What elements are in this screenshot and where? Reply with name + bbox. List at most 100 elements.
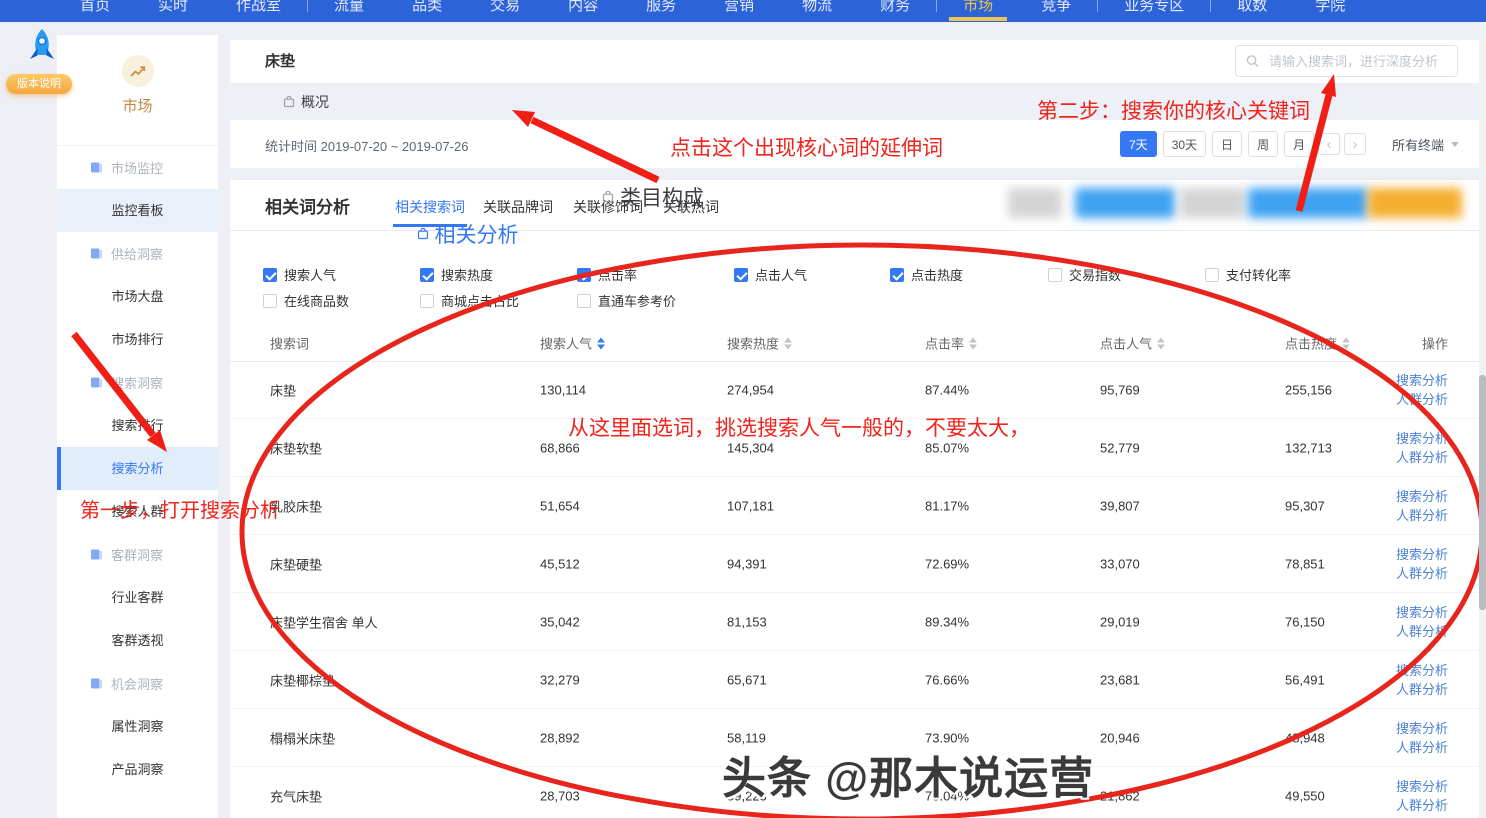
sidebar-item-市场排行[interactable]: 市场排行 — [57, 318, 218, 361]
checkbox-icon[interactable] — [577, 294, 591, 308]
cell-keyword: 床垫学生宿舍 单人 — [270, 612, 378, 631]
checkbox-icon[interactable] — [1048, 268, 1062, 282]
sort-icon[interactable] — [1342, 337, 1350, 349]
checkbox-icon[interactable] — [263, 268, 277, 282]
checkbox-icon[interactable] — [420, 268, 434, 282]
link-搜索分析[interactable]: 搜索分析 — [1396, 603, 1448, 622]
scrollbar-thumb[interactable] — [1479, 375, 1486, 610]
column-header-点击率[interactable]: 点击率 — [925, 334, 977, 353]
checkbox-icon[interactable] — [420, 294, 434, 308]
sort-icon[interactable] — [784, 337, 792, 349]
terminal-dropdown[interactable]: 所有终端 — [1392, 135, 1459, 154]
cell-value: 28,892 — [540, 730, 580, 745]
prev-page-button[interactable]: ‹ — [1318, 133, 1340, 155]
sidebar-item-监控看板[interactable]: 监控看板 — [57, 189, 218, 232]
date-button-日[interactable]: 日 — [1212, 131, 1242, 157]
column-header-搜索热度[interactable]: 搜索热度 — [727, 334, 792, 353]
nav-item-财务[interactable]: 财务 — [880, 0, 910, 19]
subtab-相关搜索词[interactable]: 相关搜索词 — [395, 197, 465, 217]
cell-value: 51,654 — [540, 498, 580, 513]
filter-搜索热度[interactable]: 搜索热度 — [420, 265, 493, 284]
nav-item-流量[interactable]: 流量 — [334, 0, 364, 19]
checkbox-icon[interactable] — [734, 268, 748, 282]
column-header-点击人气[interactable]: 点击人气 — [1100, 334, 1165, 353]
sort-icon[interactable] — [969, 337, 977, 349]
tab-概况[interactable]: 概况 — [283, 83, 329, 120]
nav-item-首页[interactable]: 首页 — [80, 0, 110, 19]
link-搜索分析[interactable]: 搜索分析 — [1396, 545, 1448, 564]
cell-value: 29,019 — [1100, 614, 1140, 629]
sidebar-item-客群透视[interactable]: 客群透视 — [57, 619, 218, 662]
sidebar-item-搜索人群[interactable]: 搜索人群 — [57, 490, 218, 533]
filter-在线商品数[interactable]: 在线商品数 — [263, 291, 349, 310]
link-搜索分析[interactable]: 搜索分析 — [1396, 371, 1448, 390]
date-button-月[interactable]: 月 — [1284, 131, 1314, 157]
checkbox-icon[interactable] — [890, 268, 904, 282]
filter-点击人气[interactable]: 点击人气 — [734, 265, 807, 284]
sort-icon[interactable] — [1157, 337, 1165, 349]
link-人群分析[interactable]: 人群分析 — [1396, 622, 1448, 641]
checkbox-icon[interactable] — [1205, 268, 1219, 282]
filter-点击率[interactable]: 点击率 — [577, 265, 637, 284]
nav-item-交易[interactable]: 交易 — [490, 0, 520, 19]
version-badge[interactable]: 版本说明 — [6, 74, 72, 94]
cell-value: 255,156 — [1285, 382, 1332, 397]
subtab-关联品牌词[interactable]: 关联品牌词 — [483, 197, 553, 217]
cell-value: 85.07% — [925, 440, 969, 455]
nav-item-作战室[interactable]: 作战室 — [236, 0, 281, 19]
sidebar-item-行业客群[interactable]: 行业客群 — [57, 576, 218, 619]
link-人群分析[interactable]: 人群分析 — [1396, 506, 1448, 525]
nav-item-物流[interactable]: 物流 — [802, 0, 832, 19]
link-人群分析[interactable]: 人群分析 — [1396, 448, 1448, 467]
link-搜索分析[interactable]: 搜索分析 — [1396, 661, 1448, 680]
date-button-周[interactable]: 周 — [1248, 131, 1278, 157]
link-搜索分析[interactable]: 搜索分析 — [1396, 487, 1448, 506]
link-人群分析[interactable]: 人群分析 — [1396, 738, 1448, 757]
date-button-7天[interactable]: 7天 — [1120, 131, 1157, 157]
sidebar-item-市场大盘[interactable]: 市场大盘 — [57, 275, 218, 318]
nav-item-内容[interactable]: 内容 — [568, 0, 598, 19]
checkbox-icon[interactable] — [577, 268, 591, 282]
blurred-legend — [1008, 188, 1468, 218]
chevron-down-icon — [1451, 142, 1459, 147]
nav-item-业务专区[interactable]: 业务专区 — [1124, 0, 1184, 19]
nav-item-学院[interactable]: 学院 — [1315, 0, 1345, 19]
nav-item-实时[interactable]: 实时 — [158, 0, 188, 19]
link-人群分析[interactable]: 人群分析 — [1396, 796, 1448, 815]
nav-item-品类[interactable]: 品类 — [412, 0, 442, 19]
cell-value: 48,948 — [1285, 730, 1325, 745]
date-button-30天[interactable]: 30天 — [1163, 131, 1206, 157]
book-icon — [90, 247, 103, 260]
scrollbar[interactable] — [1479, 22, 1486, 818]
link-人群分析[interactable]: 人群分析 — [1396, 680, 1448, 699]
next-page-button[interactable]: › — [1344, 133, 1366, 155]
filter-商城点击占比[interactable]: 商城点击占比 — [420, 291, 519, 310]
nav-item-服务[interactable]: 服务 — [646, 0, 676, 19]
filter-搜索人气[interactable]: 搜索人气 — [263, 265, 336, 284]
filter-直通车参考价[interactable]: 直通车参考价 — [577, 291, 676, 310]
column-header-搜索人气[interactable]: 搜索人气 — [540, 334, 605, 353]
link-人群分析[interactable]: 人群分析 — [1396, 390, 1448, 409]
sidebar-item-产品洞察[interactable]: 产品洞察 — [57, 748, 218, 791]
nav-item-市场[interactable]: 市场 — [963, 0, 993, 19]
keyword-search-input[interactable] — [1267, 53, 1447, 70]
filter-点击热度[interactable]: 点击热度 — [890, 265, 963, 284]
nav-item-竞争[interactable]: 竞争 — [1041, 0, 1071, 19]
bag-icon — [602, 190, 614, 203]
link-搜索分析[interactable]: 搜索分析 — [1396, 719, 1448, 738]
link-搜索分析[interactable]: 搜索分析 — [1396, 777, 1448, 796]
nav-item-取数[interactable]: 取数 — [1237, 0, 1267, 19]
nav-item-营销[interactable]: 营销 — [724, 0, 754, 19]
keyword-search-box[interactable] — [1235, 45, 1458, 77]
link-人群分析[interactable]: 人群分析 — [1396, 564, 1448, 583]
link-搜索分析[interactable]: 搜索分析 — [1396, 429, 1448, 448]
column-header-点击热度[interactable]: 点击热度 — [1285, 334, 1350, 353]
sidebar-item-搜索分析[interactable]: 搜索分析 — [57, 447, 218, 490]
sidebar-item-属性洞察[interactable]: 属性洞察 — [57, 705, 218, 748]
rocket-icon[interactable] — [27, 28, 57, 73]
sort-icon[interactable] — [597, 337, 605, 349]
checkbox-icon[interactable] — [263, 294, 277, 308]
filter-交易指数[interactable]: 交易指数 — [1048, 265, 1121, 284]
sidebar-item-搜索排行[interactable]: 搜索排行 — [57, 404, 218, 447]
filter-支付转化率[interactable]: 支付转化率 — [1205, 265, 1291, 284]
